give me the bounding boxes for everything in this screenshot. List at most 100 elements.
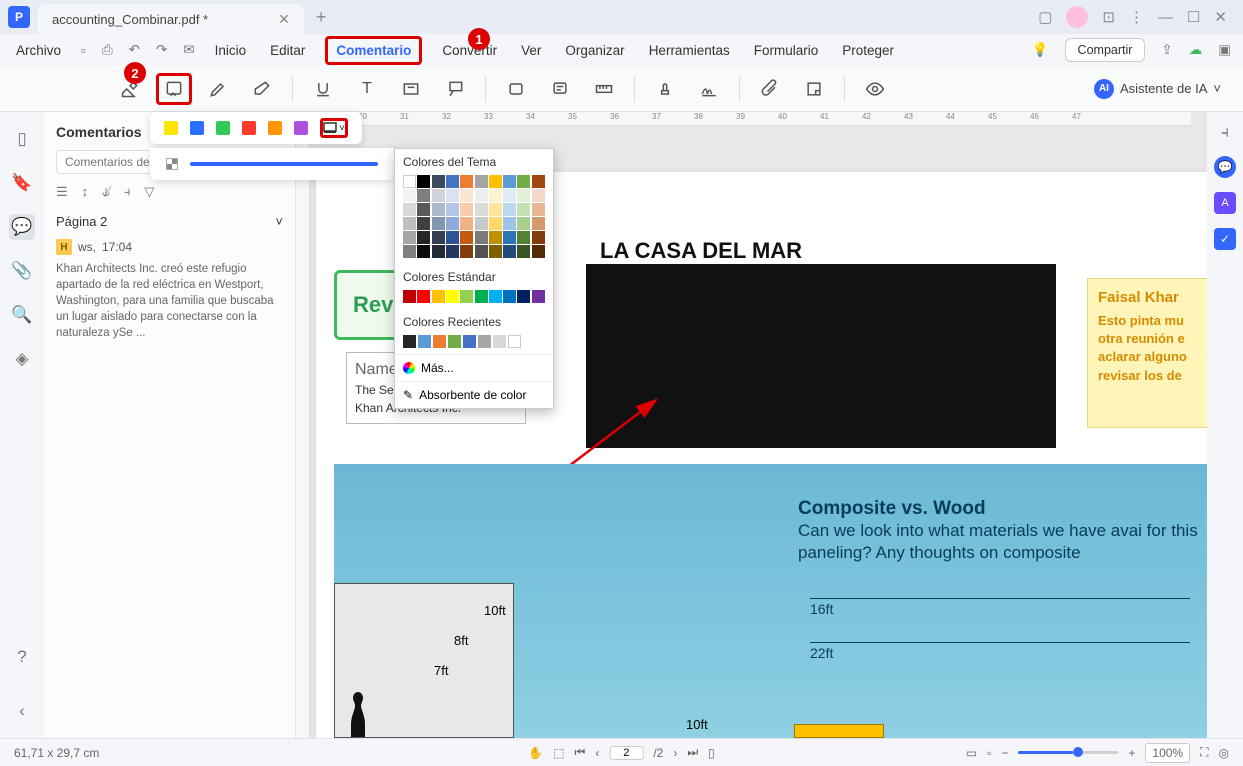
kebab-menu-icon[interactable]: ⋮: [1129, 8, 1144, 26]
color-cell[interactable]: [489, 245, 502, 258]
save-icon[interactable]: ▫: [81, 43, 86, 58]
color-cell[interactable]: [503, 245, 516, 258]
color-cell[interactable]: [460, 203, 473, 216]
attachments-panel-icon[interactable]: 📎: [9, 258, 35, 284]
color-cell[interactable]: [493, 335, 506, 348]
color-cell[interactable]: [532, 245, 545, 258]
color-cell[interactable]: [489, 203, 502, 216]
sticky-note-icon[interactable]: [796, 73, 832, 105]
first-page-icon[interactable]: ⏮: [575, 745, 586, 760]
callout-icon[interactable]: [437, 73, 473, 105]
color-cell[interactable]: [517, 290, 530, 303]
color-cell[interactable]: [446, 231, 459, 244]
page-input[interactable]: [609, 746, 643, 760]
color-cell[interactable]: [403, 203, 416, 216]
single-page-icon[interactable]: ▯: [708, 746, 715, 760]
attachment-icon[interactable]: [752, 73, 788, 105]
underline-icon[interactable]: [305, 73, 341, 105]
color-cell[interactable]: [446, 189, 459, 202]
undo-icon[interactable]: ↶: [129, 42, 140, 58]
textbox-icon[interactable]: [393, 73, 429, 105]
color-cell[interactable]: [532, 175, 545, 188]
check-icon[interactable]: ✓: [1214, 228, 1236, 250]
zoom-in-icon[interactable]: +: [1128, 746, 1135, 760]
page-section-header[interactable]: Página 2 ˅: [56, 214, 283, 229]
color-cell[interactable]: [432, 203, 445, 216]
share-button[interactable]: Compartir: [1065, 38, 1146, 62]
color-cell[interactable]: [489, 189, 502, 202]
cloud-icon[interactable]: ☁: [1189, 42, 1203, 58]
color-cell[interactable]: [503, 203, 516, 216]
text-icon[interactable]: T: [349, 73, 385, 105]
collapse-panel-icon[interactable]: ‹: [9, 698, 35, 724]
color-cell[interactable]: [489, 217, 502, 230]
color-cell[interactable]: [432, 245, 445, 258]
color-cell[interactable]: [417, 231, 430, 244]
thumbnail-panel-icon[interactable]: ▯: [9, 126, 35, 152]
more-colors-item[interactable]: Más...: [395, 354, 553, 381]
fullscreen-icon[interactable]: ⛶: [1200, 745, 1208, 760]
color-cell[interactable]: [503, 231, 516, 244]
expand-icon[interactable]: ⫞: [124, 184, 131, 200]
color-cell[interactable]: [508, 335, 521, 348]
color-cell[interactable]: [532, 217, 545, 230]
measure-icon[interactable]: [586, 73, 622, 105]
color-cell[interactable]: [417, 203, 430, 216]
lightbulb-icon[interactable]: 💡: [1032, 42, 1049, 58]
read-mode-icon[interactable]: ◎: [1219, 746, 1229, 760]
color-cell[interactable]: [463, 335, 476, 348]
minimize-icon[interactable]: —: [1158, 9, 1173, 26]
color-cell[interactable]: [446, 290, 459, 303]
comments-panel-icon[interactable]: 💬: [9, 214, 35, 240]
color-cell[interactable]: [478, 335, 491, 348]
color-cell[interactable]: [403, 290, 416, 303]
color-cell[interactable]: [417, 189, 430, 202]
color-cell[interactable]: [503, 175, 516, 188]
color-cell[interactable]: [460, 189, 473, 202]
swatch-purple[interactable]: [294, 121, 308, 135]
message-icon[interactable]: ⊡: [1102, 8, 1115, 26]
color-cell[interactable]: [403, 231, 416, 244]
color-cell[interactable]: [517, 203, 530, 216]
swatch-yellow[interactable]: [164, 121, 178, 135]
search-panel-icon[interactable]: 🔍: [9, 302, 35, 328]
color-cell[interactable]: [475, 217, 488, 230]
swatch-green[interactable]: [216, 121, 230, 135]
comment-item[interactable]: H ws, 17:04 Khan Architects Inc. creó es…: [56, 239, 283, 341]
layers-panel-icon[interactable]: ◈: [9, 346, 35, 372]
hide-comments-icon[interactable]: [857, 73, 893, 105]
eyedropper-item[interactable]: ✎ Absorbente de color: [395, 381, 553, 408]
color-cell[interactable]: [417, 245, 430, 258]
menu-archivo[interactable]: Archivo: [12, 41, 65, 60]
share-link-icon[interactable]: ⇪: [1161, 42, 1172, 58]
color-cell[interactable]: [475, 175, 488, 188]
color-cell[interactable]: [532, 231, 545, 244]
filter-list-icon[interactable]: ☰: [56, 184, 68, 200]
color-cell[interactable]: [475, 189, 488, 202]
color-cell[interactable]: [446, 175, 459, 188]
signature-icon[interactable]: [691, 73, 727, 105]
color-cell[interactable]: [432, 189, 445, 202]
color-cell[interactable]: [446, 203, 459, 216]
prev-page-icon[interactable]: ‹: [595, 746, 599, 760]
print-icon[interactable]: ⎙: [102, 42, 113, 58]
color-cell[interactable]: [448, 335, 461, 348]
color-cell[interactable]: [417, 217, 430, 230]
swatch-orange[interactable]: [268, 121, 282, 135]
color-cell[interactable]: [517, 231, 530, 244]
color-cell[interactable]: [432, 290, 445, 303]
color-cell[interactable]: [460, 231, 473, 244]
rectangle-icon[interactable]: [498, 73, 534, 105]
color-cell[interactable]: [503, 189, 516, 202]
select-tool-icon[interactable]: ⬚: [553, 746, 564, 760]
color-cell[interactable]: [403, 175, 416, 188]
redaction-rectangle[interactable]: [586, 264, 1056, 448]
color-cell[interactable]: [403, 335, 416, 348]
color-cell[interactable]: [517, 217, 530, 230]
note-icon[interactable]: [542, 73, 578, 105]
color-cell[interactable]: [532, 189, 545, 202]
color-cell[interactable]: [460, 217, 473, 230]
color-cell[interactable]: [489, 175, 502, 188]
color-cell[interactable]: [475, 231, 488, 244]
next-page-icon[interactable]: ›: [673, 746, 677, 760]
